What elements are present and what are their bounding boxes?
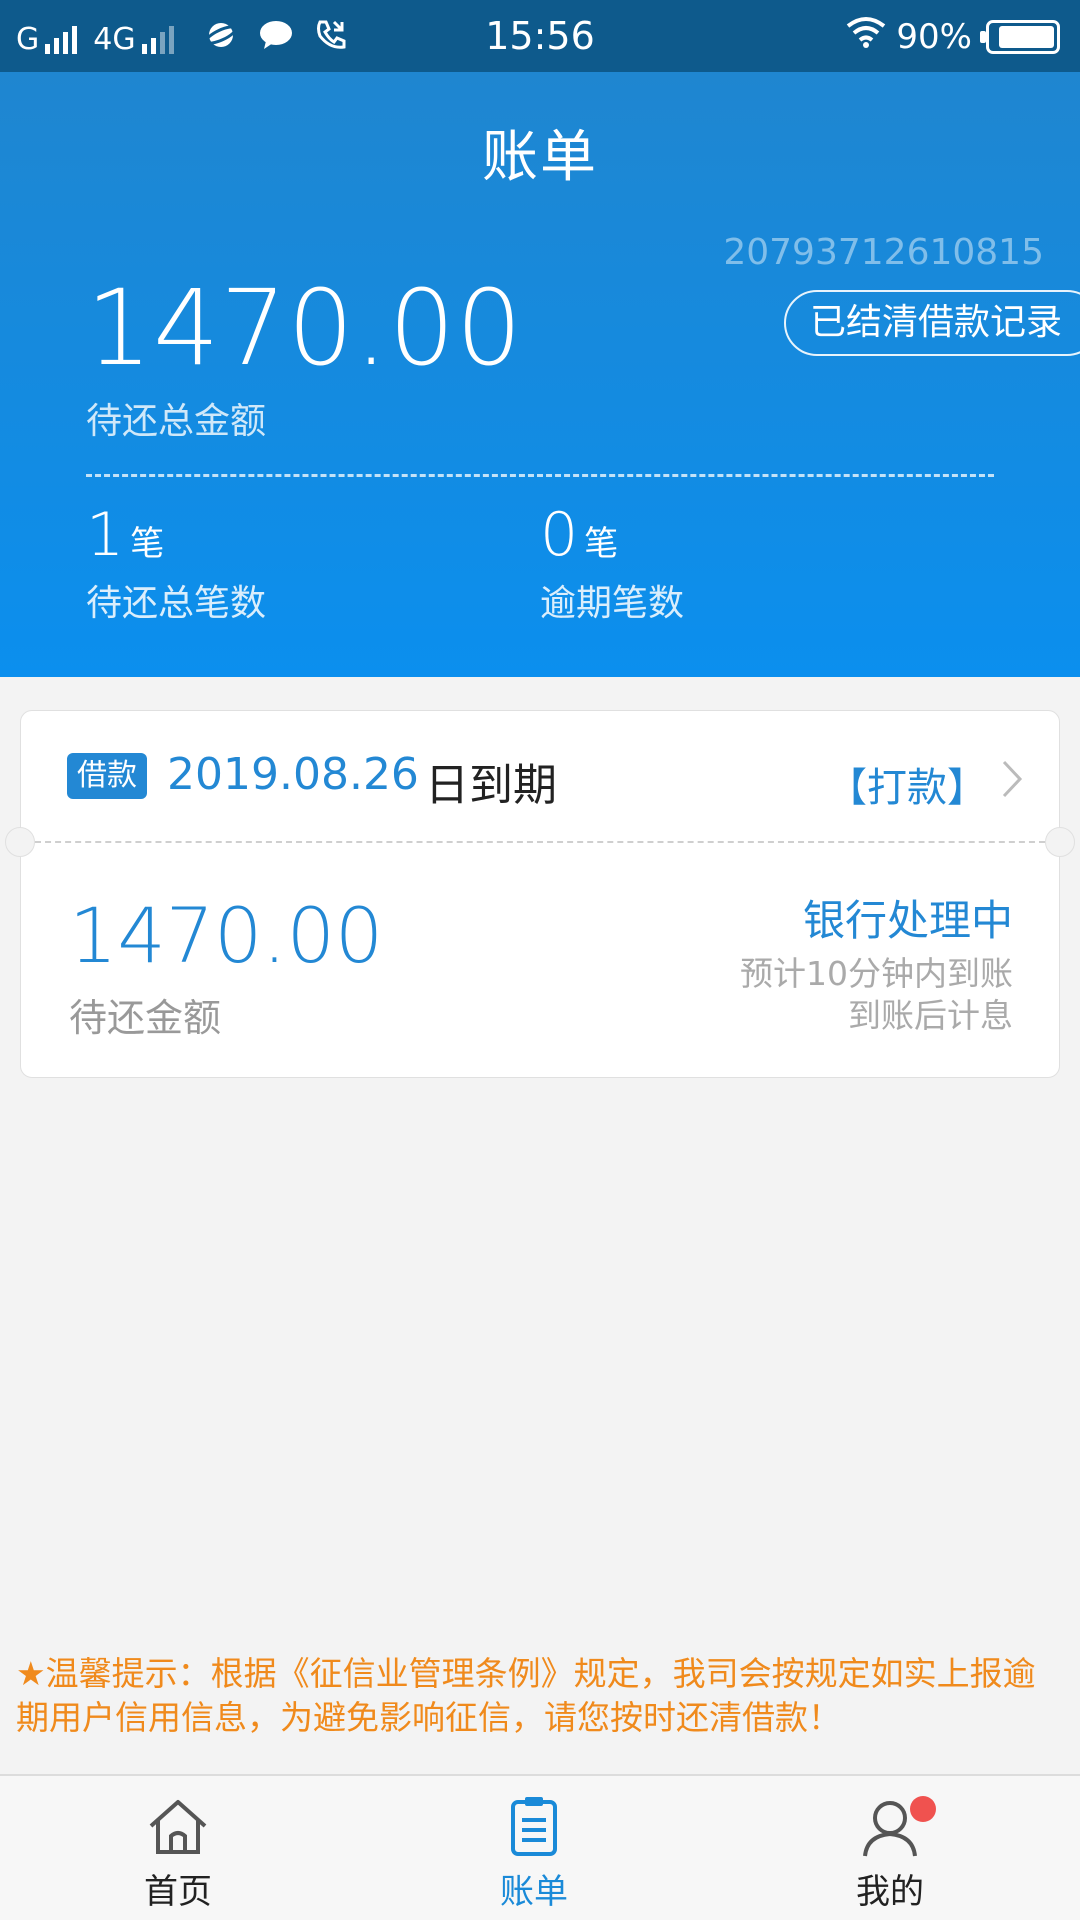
payment-action-link[interactable]: 【打款】 [827,755,987,813]
pending-count-value: 1 [86,500,125,570]
bill-amount-label: 待还金额 [69,996,222,1040]
tab-mine[interactable]: 我的 [790,1794,990,1913]
overdue-count-stat: 0笔 逾期笔数 [540,500,684,626]
chevron-right-icon[interactable] [1001,759,1023,810]
bill-card[interactable]: 借款 2019.08.26 日到期 【打款】 1470.00 待还金额 银行处理… [5,710,1075,1078]
bill-icon [499,1794,569,1860]
account-number: 20793712610815 [723,232,1044,273]
divider [86,474,994,477]
credit-warning-notice: ★温馨提示：根据《征信业管理条例》规定，我司会按规定如实上报逾期用户信用信息，为… [16,1654,1036,1737]
battery-icon [980,19,1060,54]
tab-bill[interactable]: 账单 [434,1794,634,1913]
home-icon [143,1794,213,1860]
pending-count-unit: 笔 [130,524,165,564]
battery-fill [998,25,1054,48]
card-notch-left [5,827,35,857]
card-notch-right [1045,827,1075,857]
tab-home-label: 首页 [144,1872,212,1912]
overdue-count-label: 逾期笔数 [540,583,685,624]
loan-tag: 借款 [67,753,147,799]
status-bar-right: 90% [846,16,1060,57]
notification-dot [910,1796,936,1822]
interest-note: 到账后计息 [848,996,1013,1035]
status-bar: G 4G 15:56 90% [0,0,1080,72]
tab-mine-label: 我的 [856,1872,924,1912]
tab-home[interactable]: 首页 [78,1794,278,1913]
tab-bill-label: 账单 [500,1872,568,1912]
bill-summary-header: 账单 20793712610815 已结清借款记录 1470.00 待还总金额 … [0,72,1080,677]
page-title: 账单 [482,125,598,190]
settled-loans-button[interactable]: 已结清借款记录 [783,290,1080,356]
processing-status: 银行处理中 [802,896,1013,945]
total-amount: 1470.00 [86,267,524,389]
pending-count-label: 待还总笔数 [86,583,267,624]
due-suffix: 日到期 [425,760,557,811]
processing-eta: 预计10分钟内到账 [740,954,1013,993]
wifi-icon [846,16,886,57]
overdue-count-value: 0 [540,500,579,570]
pending-count-stat: 1笔 待还总笔数 [86,500,266,626]
card-divider [35,841,1045,843]
due-date: 2019.08.26 [167,749,419,800]
total-amount-label: 待还总金额 [86,401,267,442]
bottom-tab-bar: 首页 账单 我的 [0,1774,1080,1920]
bill-amount: 1470.00 [69,891,384,980]
overdue-count-unit: 笔 [584,524,619,564]
battery-percent: 90% [896,16,972,57]
